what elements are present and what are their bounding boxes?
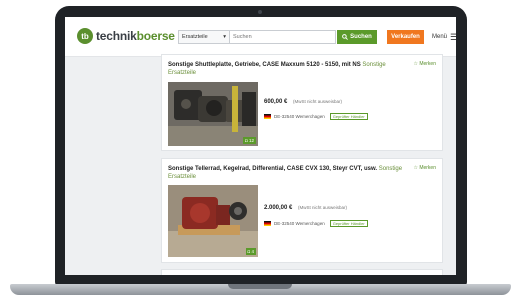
star-icon: ☆ — [413, 61, 418, 67]
listing-title-prefix: Sonstige — [168, 62, 194, 68]
site-header: tb technikboerse Ersatzteile ▾ Suchen Ve… — [65, 17, 456, 57]
watch-button[interactable]: ☆ Merken — [413, 165, 436, 171]
listing-title-prefix: Sonstige — [168, 166, 194, 172]
listing-location: DE-32540 Wemerchagen Geprüfter Händler — [264, 220, 368, 227]
price-value: 2.000,00 € — [264, 205, 293, 211]
listing-title-main: Tellerrad, Kegelrad, Differential, CASE … — [195, 166, 378, 172]
star-icon: ☆ — [413, 165, 418, 171]
hamburger-icon: ☰ — [450, 31, 456, 42]
listing-location: DE-32540 Wemerchagen Geprüfter Händler — [264, 113, 368, 120]
search-button-label: Suchen — [350, 34, 372, 40]
vat-note: (MwSt nicht ausweisbar) — [298, 205, 348, 210]
webcam — [258, 10, 262, 14]
laptop-screen: tb technikboerse Ersatzteile ▾ Suchen Ve… — [65, 17, 456, 275]
camera-icon: ◘ — [245, 138, 248, 143]
de-flag-icon — [264, 114, 271, 119]
search-button[interactable]: Suchen — [337, 30, 377, 44]
listing-card[interactable]: Sonstige Shuttleplatte, Getriebe, CASE M… — [161, 54, 443, 151]
listing-title[interactable]: Sonstige Tellerrad, Kegelrad, Differenti… — [168, 165, 406, 181]
chevron-down-icon: ▾ — [223, 34, 226, 40]
dealer-badge: Geprüfter Händler — [329, 220, 368, 227]
watch-label: Merken — [419, 165, 436, 171]
listing-image[interactable]: ◘ 4 — [168, 185, 258, 257]
camera-icon: ◘ — [247, 249, 251, 254]
listing-title[interactable]: Sonstige Shuttleplatte, Getriebe, CASE M… — [168, 61, 406, 77]
location-text: DE-32540 Wemerchagen — [274, 221, 325, 226]
listing-card-partial[interactable] — [161, 269, 443, 275]
listing-image[interactable]: ◘ 12 — [168, 82, 258, 146]
listing-card[interactable]: Sonstige Tellerrad, Kegelrad, Differenti… — [161, 158, 443, 263]
menu-button[interactable]: Menü ☰ — [432, 30, 456, 44]
listing-price: 2.000,00 € (MwSt nicht ausweisbar) — [264, 205, 347, 211]
sell-button[interactable]: Verkaufen — [387, 30, 424, 44]
de-flag-icon — [264, 221, 271, 226]
search-input[interactable] — [230, 30, 336, 44]
photo-count: 12 — [248, 138, 254, 143]
watch-label: Merken — [419, 61, 436, 67]
differential-photo — [168, 185, 258, 257]
listing-title-main: Shuttleplatte, Getriebe, CASE Maxxum 512… — [195, 62, 361, 68]
laptop-base-notch — [228, 284, 292, 289]
logo-text-part1: technik — [96, 29, 137, 43]
vat-note: (MwSt nicht ausweisbar) — [293, 99, 343, 104]
logo-badge: tb — [77, 28, 93, 44]
logo-text-part2: boerse — [136, 29, 175, 43]
menu-label: Menü — [432, 34, 448, 40]
photo-count-badge: ◘ 4 — [245, 248, 256, 255]
logo-text: technikboerse — [96, 29, 175, 43]
price-value: 600,00 € — [264, 99, 288, 105]
location-text: DE-32540 Wemerchagen — [274, 114, 325, 119]
category-select-value: Ersatzteile — [182, 34, 208, 40]
photo-count: 4 — [251, 249, 254, 254]
search-icon — [342, 34, 349, 40]
listing-price: 600,00 € (MwSt nicht ausweisbar) — [264, 99, 342, 105]
dealer-badge: Geprüfter Händler — [329, 113, 368, 120]
category-select[interactable]: Ersatzteile ▾ — [178, 30, 230, 44]
photo-count-badge: ◘ 12 — [243, 137, 256, 144]
sell-button-label: Verkaufen — [391, 34, 420, 40]
site-logo[interactable]: tb technikboerse — [77, 28, 175, 44]
watch-button[interactable]: ☆ Merken — [413, 61, 436, 67]
